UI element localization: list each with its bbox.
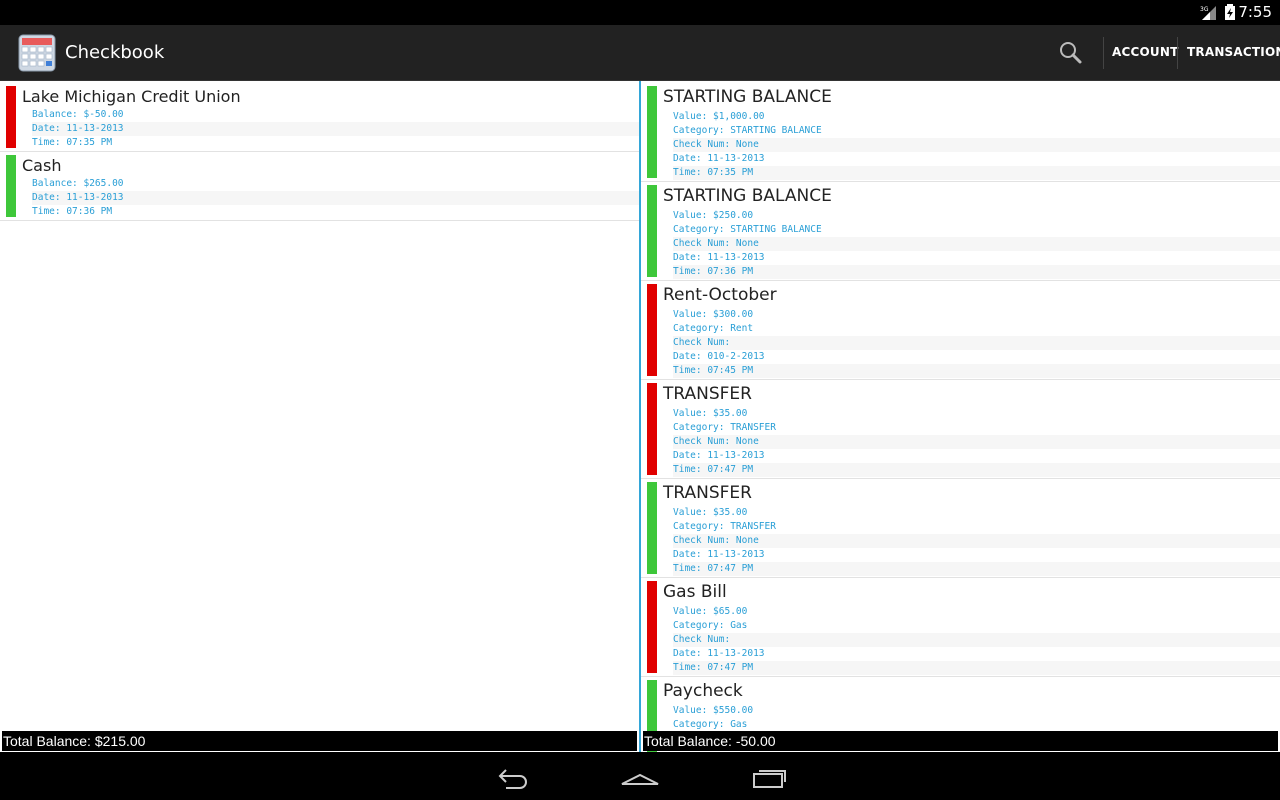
transaction-value: Value: $35.00 [673,408,748,419]
status-clock: 7:55 [1238,3,1272,21]
account-button[interactable]: ACCOUNT [1112,45,1178,59]
transaction-status-bar [647,482,657,574]
transaction-status-bar [647,284,657,376]
transaction-value: Value: $300.00 [673,309,754,320]
transaction-value: Value: $65.00 [673,606,748,617]
network-type-label: 3G [1200,6,1209,13]
account-balance: Balance: $-50.00 [32,109,124,120]
transaction-date: Date: 11-13-2013 [673,153,765,164]
transaction-check-number: Check Num: [673,633,1280,647]
transaction-name: STARTING BALANCE [663,87,832,107]
account-status-bar [6,86,16,148]
transaction-name: TRANSFER [663,483,752,503]
calculator-app-icon[interactable] [18,34,56,72]
transaction-item[interactable]: STARTING BALANCE Value: $1,000.00 Category… [641,83,1280,182]
transaction-category: Category: TRANSFER [673,422,776,433]
transaction-status-bar [647,383,657,475]
transaction-item[interactable]: TRANSFER Value: $35.00 Category: TRANSFER C… [641,380,1280,479]
account-date: Date: 11-13-2013 [32,122,639,136]
account-time: Time: 07:36 PM [32,206,113,217]
back-icon[interactable] [492,762,532,790]
action-divider [1177,37,1178,69]
transaction-check-number: Check Num: None [673,435,1280,449]
transaction-item[interactable]: TRANSFER Value: $35.00 Category: TRANSFER C… [641,479,1280,578]
transaction-status-bar [647,185,657,277]
action-bar: Checkbook ACCOUNT TRANSACTION [0,25,1280,81]
transactions-pane: STARTING BALANCE Value: $1,000.00 Category… [641,81,1280,752]
transactions-list: STARTING BALANCE Value: $1,000.00 Category… [641,83,1280,752]
account-balance: Balance: $265.00 [32,178,124,189]
transaction-value: Value: $250.00 [673,210,754,221]
transaction-status-bar [647,86,657,178]
search-icon[interactable] [1052,35,1090,71]
transaction-category: Category: STARTING BALANCE [673,224,822,235]
transaction-check-number: Check Num: None [673,534,1280,548]
transactions-total-balance: Total Balance: -50.00 [643,731,1278,751]
navigation-bar [0,752,1280,800]
accounts-list: Lake Michigan Credit Union Balance: $-50… [0,83,639,221]
app-title: Checkbook [65,42,165,63]
accounts-pane: Lake Michigan Credit Union Balance: $-50… [0,81,639,752]
transaction-time: Time: 07:47 PM [673,463,1280,477]
transaction-status-bar [647,581,657,673]
account-date: Date: 11-13-2013 [32,191,639,205]
transaction-item[interactable]: STARTING BALANCE Value: $250.00 Category: … [641,182,1280,281]
transaction-name: STARTING BALANCE [663,186,832,206]
transaction-name: TRANSFER [663,384,752,404]
accounts-total-balance: Total Balance: $215.00 [2,731,637,751]
home-icon[interactable] [620,762,660,790]
account-item[interactable]: Lake Michigan Credit Union Balance: $-50… [0,83,639,152]
transaction-time: Time: 07:45 PM [673,364,1280,378]
transaction-name: Gas Bill [663,582,727,602]
transaction-check-number: Check Num: [673,336,1280,350]
account-item[interactable]: Cash Balance: $265.00 Date: 11-13-2013 T… [0,152,639,221]
signal-icon: 3G [1200,6,1216,20]
transaction-time: Time: 07:36 PM [673,265,1280,279]
transaction-date: Date: 11-13-2013 [673,549,765,560]
transaction-date: Date: 010-2-2013 [673,351,765,362]
transaction-category: Category: Gas [673,719,748,730]
recent-apps-icon[interactable] [750,762,790,790]
transaction-check-number: Check Num: None [673,237,1280,251]
transaction-check-number: Check Num: None [673,138,1280,152]
transaction-name: Rent-October [663,285,777,305]
account-time: Time: 07:35 PM [32,137,113,148]
status-bar: 3G 7:55 [0,0,1280,25]
battery-icon [1225,4,1235,20]
account-name: Lake Michigan Credit Union [22,87,241,106]
transaction-date: Date: 11-13-2013 [673,252,765,263]
transaction-value: Value: $35.00 [673,507,748,518]
action-divider [1103,37,1104,69]
content-area: Lake Michigan Credit Union Balance: $-50… [0,81,1280,752]
transaction-time: Time: 07:47 PM [673,562,1280,576]
transaction-item[interactable]: Gas Bill Value: $65.00 Category: Gas Check … [641,578,1280,677]
transaction-date: Date: 11-13-2013 [673,648,765,659]
transaction-button[interactable]: TRANSACTION [1187,45,1280,59]
transaction-value: Value: $1,000.00 [673,111,765,122]
transaction-value: Value: $550.00 [673,705,754,716]
transaction-category: Category: STARTING BALANCE [673,125,822,136]
account-name: Cash [22,156,62,175]
transaction-category: Category: Rent [673,323,754,334]
transaction-category: Category: TRANSFER [673,521,776,532]
account-status-bar [6,155,16,217]
transaction-item[interactable]: Rent-October Value: $300.00 Category: Rent… [641,281,1280,380]
transaction-date: Date: 11-13-2013 [673,450,765,461]
transaction-time: Time: 07:47 PM [673,661,1280,675]
transaction-category: Category: Gas [673,620,748,631]
transaction-time: Time: 07:35 PM [673,166,1280,180]
transaction-name: Paycheck [663,681,743,701]
